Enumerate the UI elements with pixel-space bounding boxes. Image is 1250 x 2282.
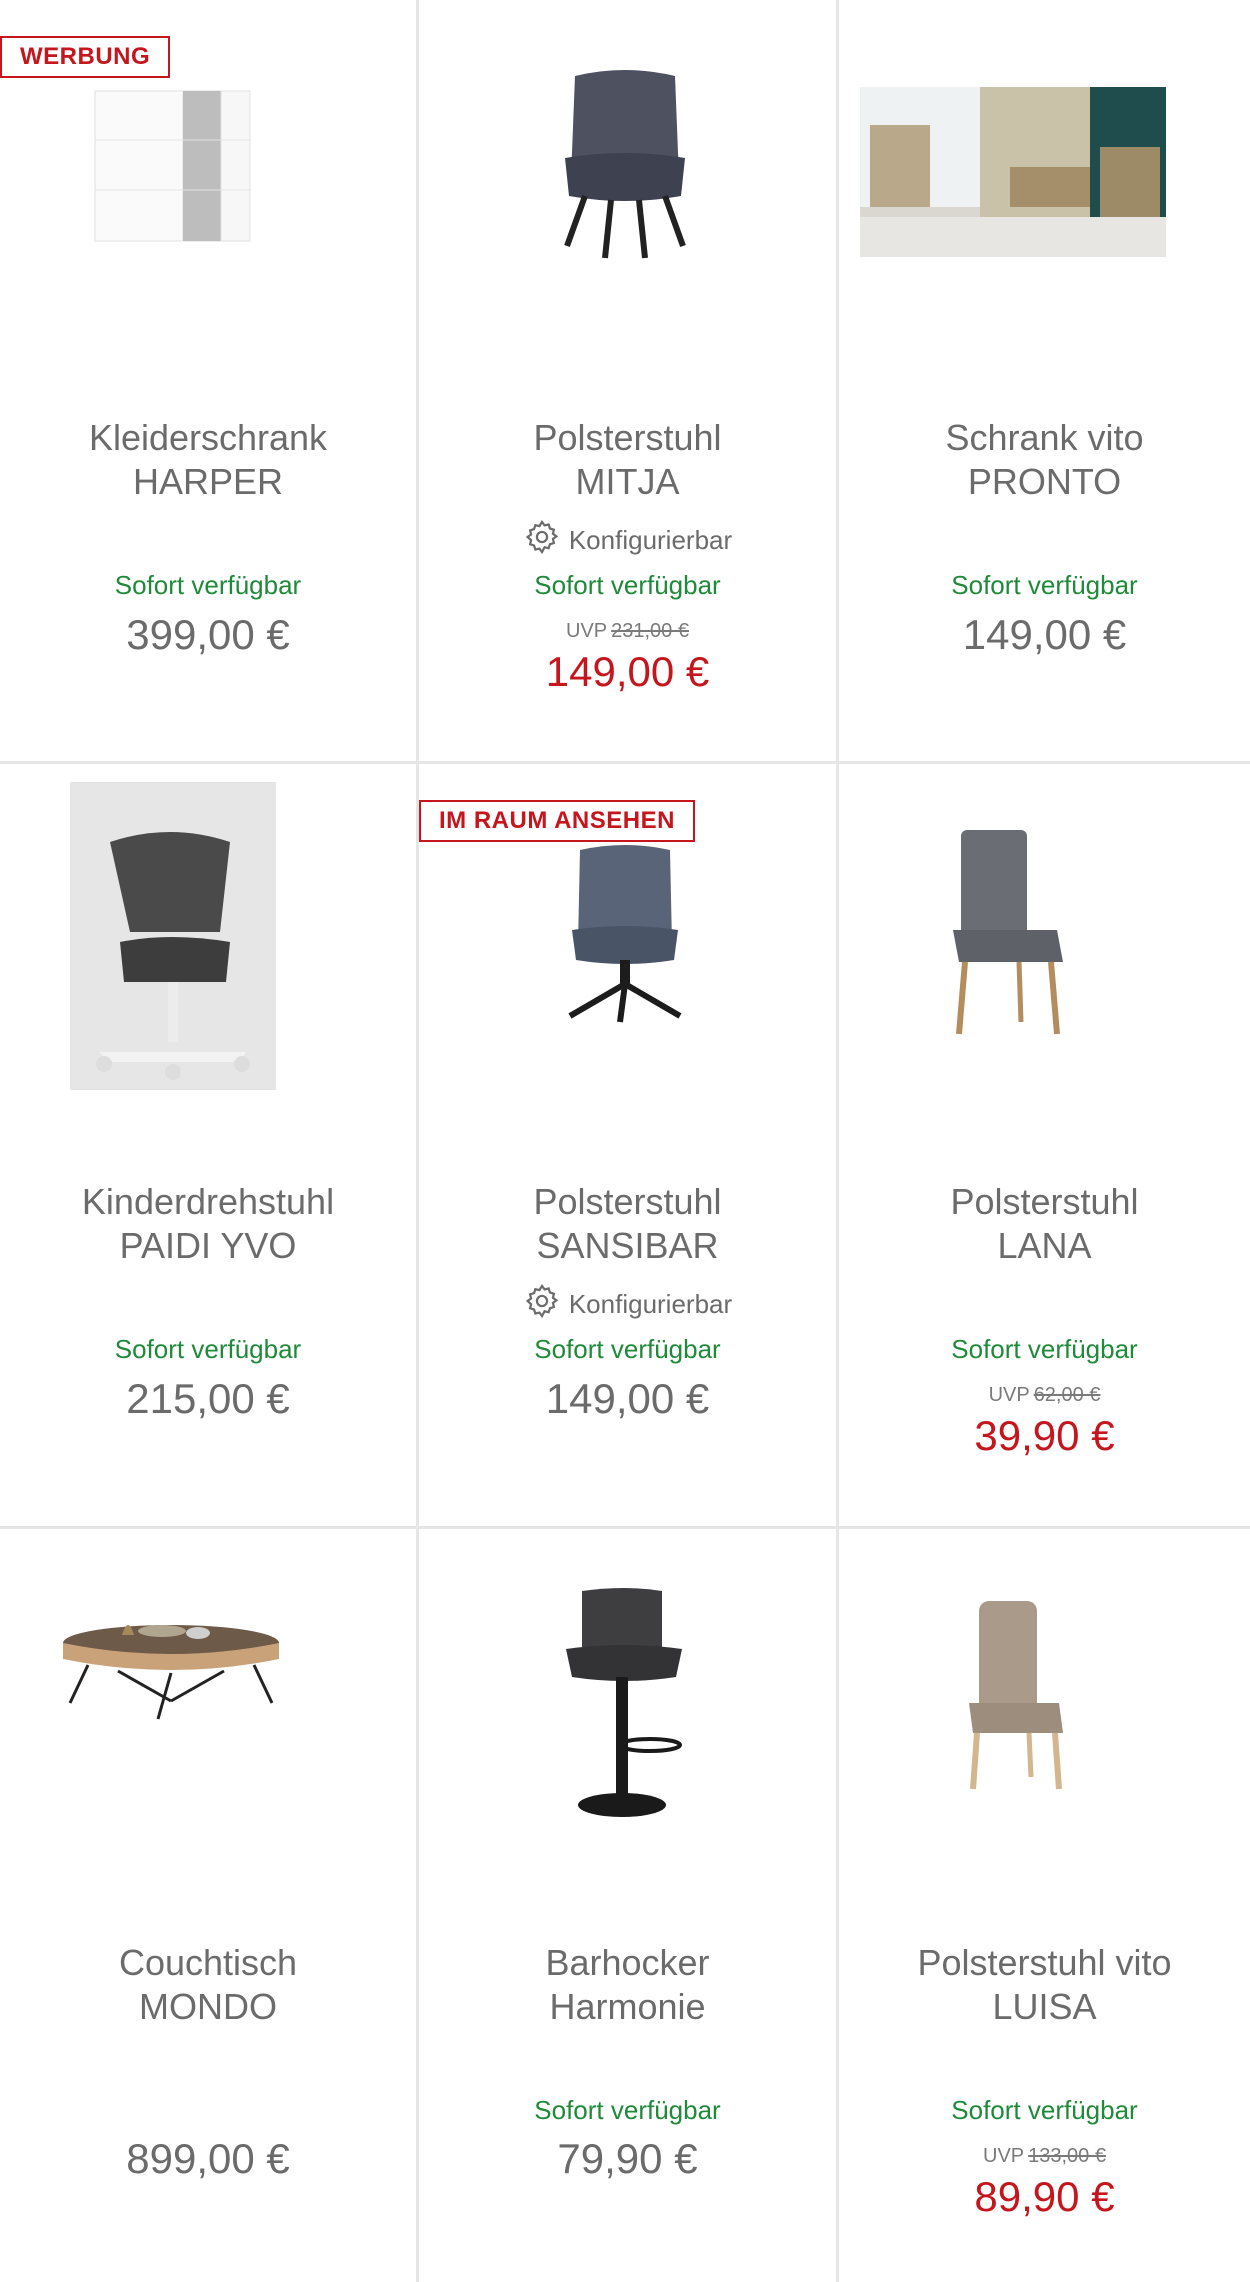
high-back-chair-image[interactable]: [949, 1599, 1079, 1799]
sale-price: 149,00 €: [545, 648, 710, 695]
swivel-chair-image[interactable]: [525, 844, 725, 1024]
product-name[interactable]: Schrank vito: [839, 416, 1250, 460]
product-model[interactable]: LUISA: [839, 1985, 1250, 2029]
gear-icon: [523, 1282, 561, 1327]
product-card[interactable]: Couchtisch MONDO 899,00 €: [0, 1529, 416, 2282]
ad-badge: WERBUNG: [0, 36, 171, 78]
product-card[interactable]: Kinderdrehstuhl PAIDI YVO Sofort verfügba…: [0, 764, 416, 1526]
bar-stool-image[interactable]: [519, 1585, 719, 1821]
armchair-image[interactable]: [525, 68, 725, 264]
product-name[interactable]: Kinderdrehstuhl: [0, 1180, 416, 1224]
uvp-value: 133,00 €: [1028, 2145, 1106, 2167]
product-name[interactable]: Polsterstuhl: [419, 1180, 836, 1224]
product-card[interactable]: Polsterstuhl LANA Sofort verfügbar UVP 62,…: [839, 764, 1250, 1526]
product-model[interactable]: MITJA: [419, 460, 836, 504]
availability-text: Sofort verfügbar: [951, 2095, 1138, 2125]
uvp-price: UVP 231,00 €: [419, 620, 836, 643]
product-model[interactable]: Harmonie: [419, 1985, 836, 2029]
sale-price: 89,90 €: [974, 2173, 1115, 2220]
uvp-value: 62,00 €: [1033, 1384, 1101, 1406]
product-grid: WERBUNG Kleiderschrank HARPER Sofort verf…: [0, 0, 1250, 2282]
uvp-label: UVP: [983, 2145, 1025, 2167]
coffee-table-image[interactable]: [58, 1601, 284, 1721]
availability-text: Sofort verfügbar: [114, 1334, 302, 1364]
dining-chair-image[interactable]: [929, 826, 1079, 1040]
configurable-label[interactable]: Konfigurierbar: [569, 525, 732, 556]
uvp-label: UVP: [988, 1384, 1030, 1406]
sale-price: 39,90 €: [974, 1412, 1115, 1459]
price: 149,00 €: [962, 611, 1127, 658]
price: 215,00 €: [126, 1375, 290, 1422]
availability-text: Sofort verfügbar: [114, 570, 302, 600]
product-model[interactable]: MONDO: [0, 1985, 416, 2029]
product-card[interactable]: Schrank vito PRONTO Sofort verfügbar 149,…: [839, 0, 1250, 761]
uvp-value: 231,00 €: [611, 620, 689, 642]
product-model[interactable]: PAIDI YVO: [0, 1224, 416, 1268]
product-model[interactable]: PRONTO: [839, 460, 1250, 504]
uvp-price: UVP 133,00 €: [839, 2145, 1250, 2168]
product-name[interactable]: Barhocker: [419, 1941, 836, 1985]
price: 899,00 €: [126, 2135, 290, 2182]
product-card[interactable]: Barhocker Harmonie Sofort verfügbar 79,90…: [419, 1529, 836, 2282]
availability-text: Sofort verfügbar: [534, 2095, 721, 2125]
availability-text: Sofort verfügbar: [534, 570, 721, 600]
office-chair-image[interactable]: [70, 782, 276, 1090]
product-name[interactable]: Polsterstuhl vito: [839, 1941, 1250, 1985]
availability-text: Sofort verfügbar: [534, 1334, 721, 1364]
product-model[interactable]: HARPER: [0, 460, 416, 504]
wardrobe-image[interactable]: [88, 85, 258, 245]
uvp-label: UVP: [566, 620, 608, 642]
product-card[interactable]: IM RAUM ANSEHEN Polsterstuhl SANSIBAR Kon…: [419, 764, 836, 1526]
product-model[interactable]: SANSIBAR: [419, 1224, 836, 1268]
product-name[interactable]: Kleiderschrank: [0, 416, 416, 460]
price: 149,00 €: [545, 1375, 710, 1422]
configurable-label[interactable]: Konfigurierbar: [569, 1289, 732, 1320]
product-card[interactable]: WERBUNG Kleiderschrank HARPER Sofort verf…: [0, 0, 416, 761]
price: 79,90 €: [557, 2135, 698, 2182]
gear-icon: [523, 518, 561, 563]
product-card[interactable]: Polsterstuhl MITJA Konfigurierbar Sofort …: [419, 0, 836, 761]
product-model[interactable]: LANA: [839, 1224, 1250, 1268]
availability-text: Sofort verfügbar: [951, 570, 1138, 600]
product-name[interactable]: Polsterstuhl: [839, 1180, 1250, 1224]
product-name[interactable]: Polsterstuhl: [419, 416, 836, 460]
view-in-room-badge[interactable]: IM RAUM ANSEHEN: [419, 800, 695, 842]
price: 399,00 €: [126, 611, 290, 658]
uvp-price: UVP 62,00 €: [839, 1384, 1250, 1407]
product-name[interactable]: Couchtisch: [0, 1941, 416, 1985]
room-photo-image[interactable]: [859, 86, 1167, 258]
product-card[interactable]: Polsterstuhl vito LUISA Sofort verfügbar …: [839, 1529, 1250, 2282]
availability-text: Sofort verfügbar: [951, 1334, 1138, 1364]
